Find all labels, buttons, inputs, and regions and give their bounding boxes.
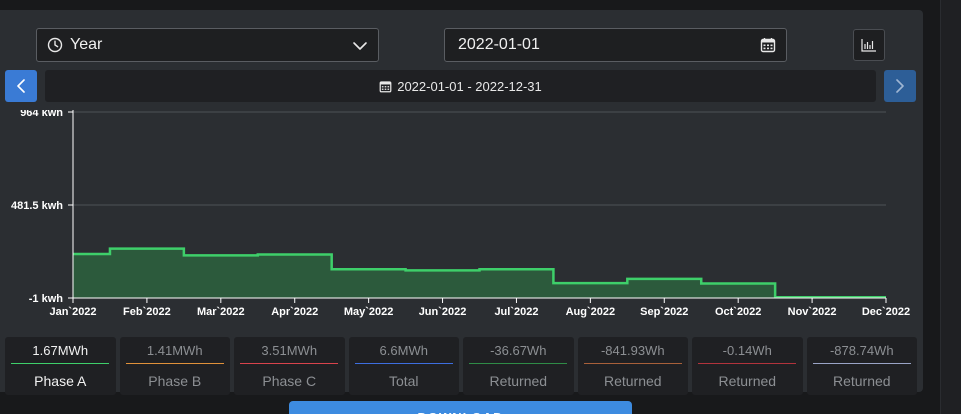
x-tick-label: Jul`2022 — [494, 306, 538, 318]
chart-view-button[interactable] — [853, 29, 885, 61]
stat-tile[interactable]: 6.6MWh Total — [348, 337, 459, 395]
stat-color-line — [469, 363, 568, 364]
calendar-icon[interactable] — [760, 37, 776, 53]
stat-value: 6.6MWh — [379, 343, 428, 358]
stat-tile[interactable]: -878.74Wh Returned — [806, 337, 917, 395]
period-select-value: Year — [70, 36, 103, 53]
stat-color-line — [812, 363, 911, 364]
stat-label: Returned — [832, 373, 891, 389]
stat-value: -36.67Wh — [490, 343, 547, 358]
x-tick-label: Oct`2022 — [715, 306, 761, 318]
stat-tile[interactable]: 1.41MWh Phase B — [119, 337, 230, 395]
stat-label: Phase B — [148, 373, 202, 389]
stat-value: -841.93Wh — [600, 343, 665, 358]
stat-tile[interactable]: 1.67MWh Phase A — [5, 337, 116, 395]
stat-tile[interactable]: 3.51MWh Phase C — [234, 337, 345, 395]
chevron-left-icon — [17, 79, 25, 93]
energy-panel: Year 2022-01-01 2022-01-01 - 2022-12-31 … — [0, 10, 923, 395]
chevron-down-icon — [353, 42, 367, 50]
stat-value: 3.51MWh — [261, 343, 318, 358]
stat-color-line — [583, 363, 682, 364]
date-range-text: 2022-01-01 - 2022-12-31 — [397, 78, 542, 94]
previous-period-button[interactable] — [5, 70, 37, 102]
calendar-icon — [379, 80, 392, 92]
chevron-right-icon — [896, 79, 904, 93]
stat-tile[interactable]: -36.67Wh Returned — [463, 337, 574, 395]
next-period-button[interactable] — [884, 70, 916, 102]
stat-label: Phase C — [262, 373, 317, 389]
x-tick-label: Dec`2022 — [862, 306, 910, 318]
x-tick-label: Mar`2022 — [197, 306, 245, 318]
stat-color-line — [698, 363, 797, 364]
stat-label: Total — [388, 373, 419, 389]
bar-chart-icon — [861, 39, 876, 52]
stats-row: 1.67MWh Phase A 1.41MWh Phase B 3.51MWh Phase… — [5, 337, 917, 395]
date-input[interactable]: 2022-01-01 — [444, 28, 787, 62]
stat-value: -0.14Wh — [722, 343, 772, 358]
stat-label: Returned — [718, 373, 777, 389]
x-tick-label: Sep`2022 — [640, 306, 688, 318]
right-scroll-gutter — [940, 0, 961, 414]
y-tick-label: 481.5 kwh — [11, 200, 63, 212]
x-tick-label: May`2022 — [344, 306, 394, 318]
stat-value: 1.67MWh — [32, 343, 89, 358]
stat-value: 1.41MWh — [146, 343, 203, 358]
y-tick-label: -1 kwh — [29, 293, 64, 305]
period-select[interactable]: Year — [36, 28, 379, 62]
stat-tile[interactable]: -841.93Wh Returned — [577, 337, 688, 395]
energy-chart: 964 kwh 481.5 kwh -1 kwhJan`2022 Feb`2022 Ma… — [11, 110, 910, 318]
stat-tile[interactable]: -0.14Wh Returned — [692, 337, 803, 395]
stat-label: Returned — [603, 373, 662, 389]
stat-color-line — [354, 363, 453, 364]
x-tick-label: Feb`2022 — [123, 306, 171, 318]
date-input-value: 2022-01-01 — [458, 36, 540, 53]
download-button[interactable]: DOWNLOAD — [289, 401, 632, 414]
x-tick-label: Jun`2022 — [419, 306, 467, 318]
date-range-display: 2022-01-01 - 2022-12-31 — [45, 70, 876, 102]
stat-value: -878.74Wh — [829, 343, 894, 358]
clock-icon — [47, 37, 63, 53]
x-tick-label: Jan`2022 — [49, 306, 96, 318]
stat-label: Phase A — [34, 373, 87, 389]
stat-label: Returned — [489, 373, 548, 389]
stat-color-line — [11, 363, 110, 364]
x-tick-label: Aug`2022 — [566, 306, 616, 318]
y-tick-label: 964 kwh — [20, 110, 63, 119]
stat-color-line — [240, 363, 339, 364]
x-tick-label: Nov`2022 — [788, 306, 837, 318]
x-tick-label: Apr`2022 — [271, 306, 318, 318]
stat-color-line — [125, 363, 224, 364]
